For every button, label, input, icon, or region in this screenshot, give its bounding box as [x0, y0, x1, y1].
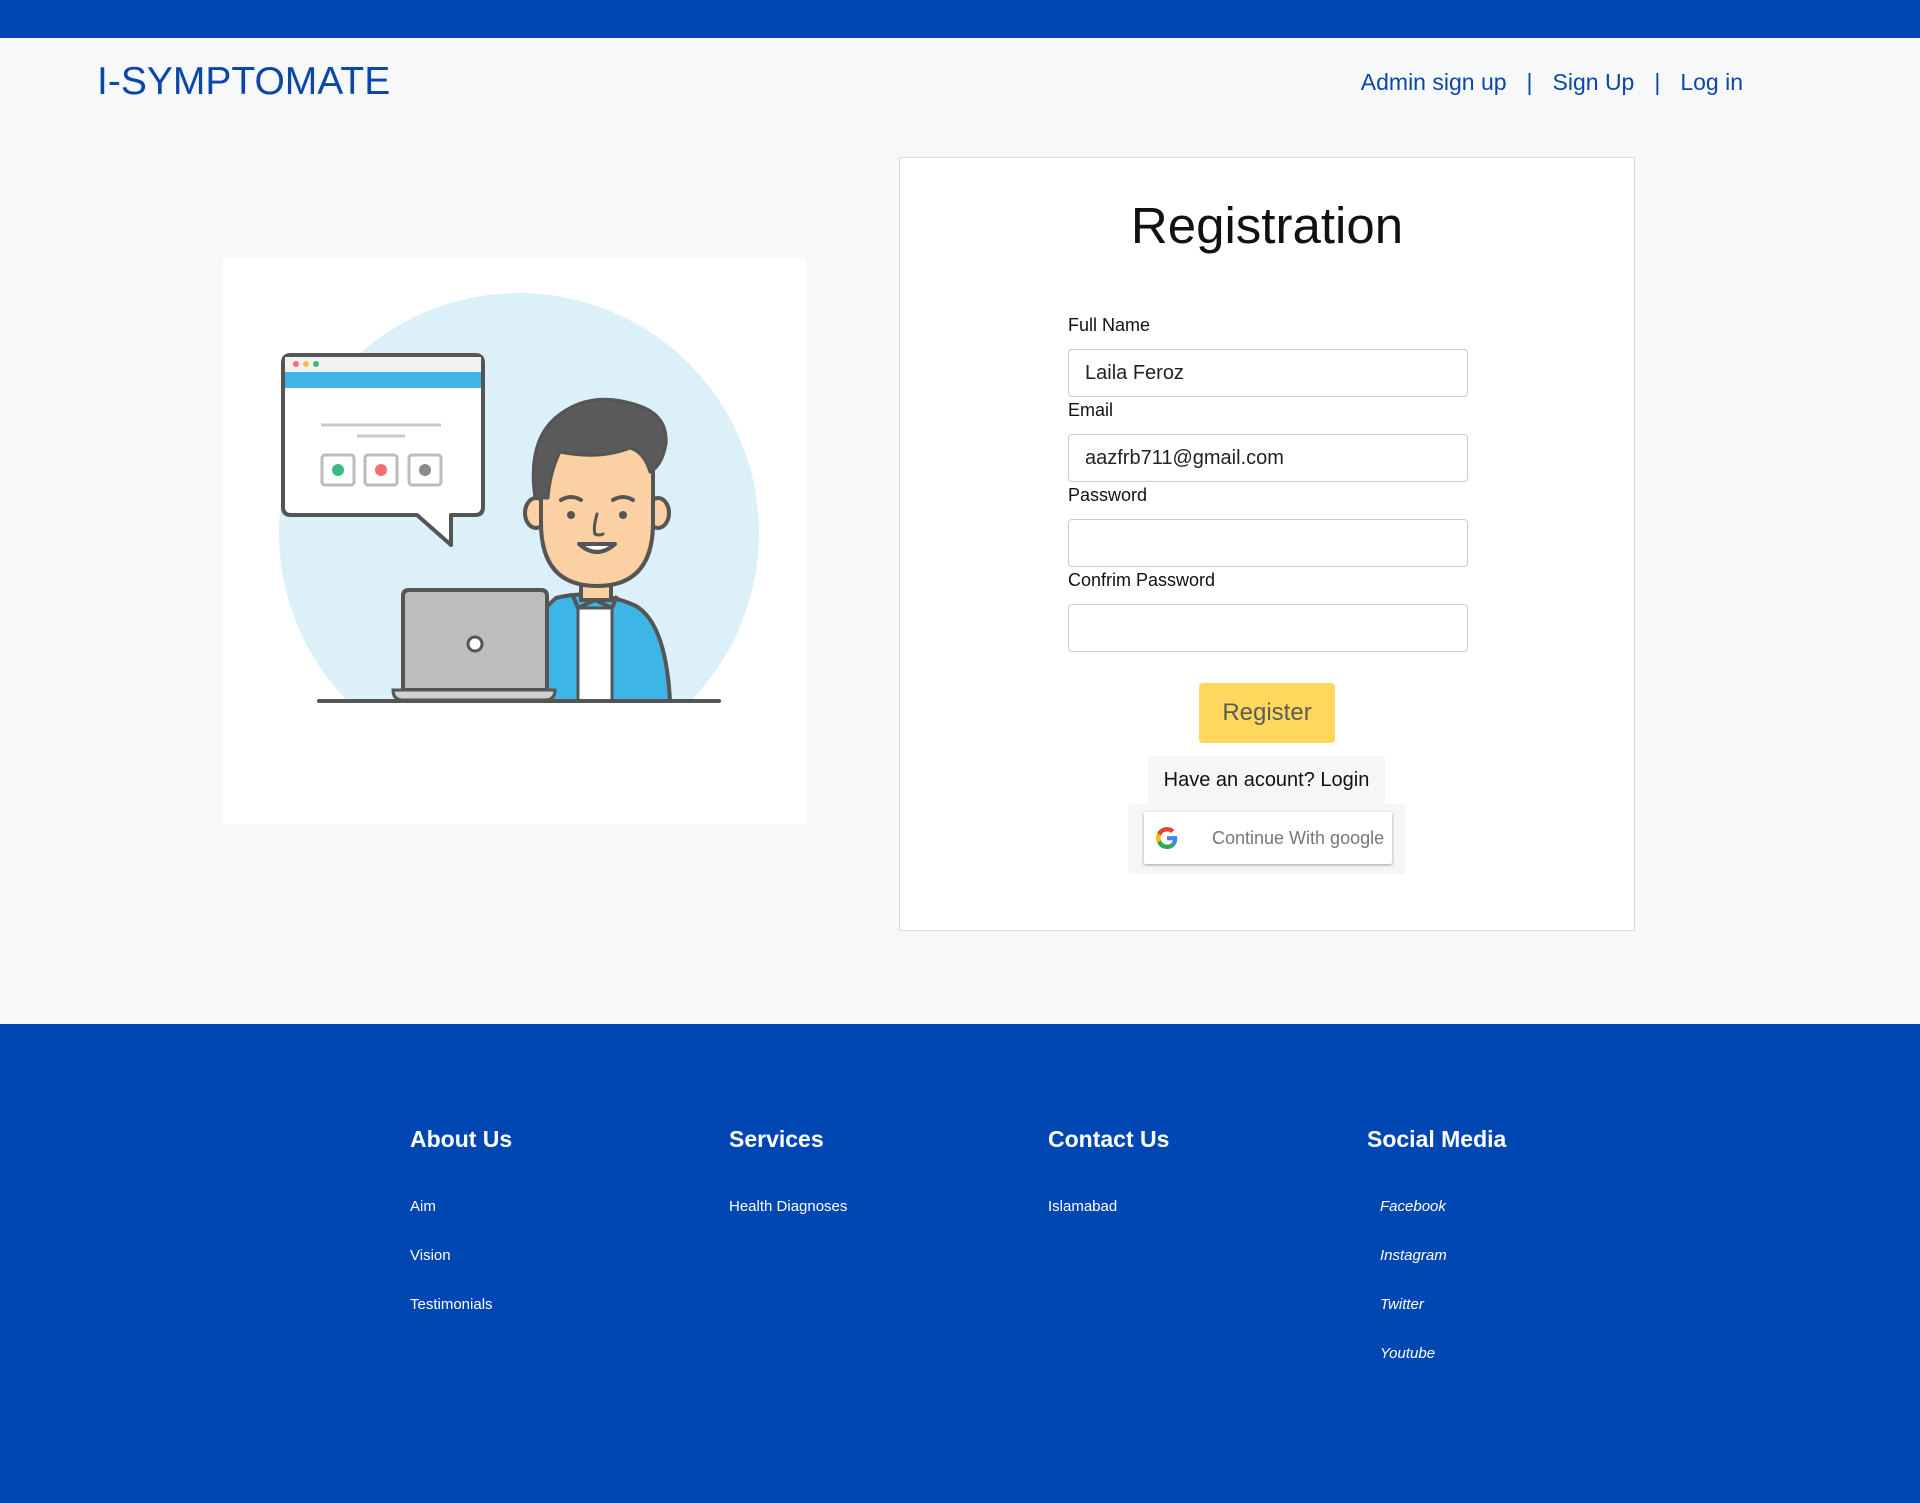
- footer-link-aim[interactable]: Aim: [410, 1199, 512, 1215]
- full-name-label: Full Name: [1068, 315, 1151, 335]
- footer-link-testimonials[interactable]: Testimonials: [410, 1297, 512, 1313]
- footer-link-facebook[interactable]: Facebook: [1380, 1199, 1506, 1215]
- password-input[interactable]: [1068, 519, 1468, 567]
- registration-card: Registration Full Name Email Password Co…: [899, 157, 1635, 931]
- footer-services-column: Services Health Diagnoses: [729, 1126, 847, 1248]
- login-prompt-link[interactable]: Have an acount? Login: [1148, 756, 1385, 804]
- registration-illustration: [223, 258, 806, 824]
- footer-link-youtube[interactable]: Youtube: [1380, 1346, 1506, 1362]
- full-name-input[interactable]: [1068, 349, 1468, 397]
- footer: About Us Aim Vision Testimonials Service…: [0, 1024, 1920, 1503]
- footer-link-twitter[interactable]: Twitter: [1380, 1297, 1506, 1313]
- admin-signup-link[interactable]: Admin sign up: [1361, 69, 1507, 96]
- brand-logo[interactable]: I-SYMPTOMATE: [97, 60, 390, 104]
- email-input[interactable]: [1068, 434, 1468, 482]
- footer-social-column: Social Media Facebook Instagram Twitter …: [1367, 1126, 1506, 1395]
- nav-separator: |: [1654, 69, 1661, 95]
- registration-title: Registration: [1130, 197, 1404, 254]
- footer-link-islamabad[interactable]: Islamabad: [1048, 1199, 1169, 1215]
- login-link[interactable]: Log in: [1680, 69, 1743, 96]
- confirm-password-input[interactable]: [1068, 604, 1468, 652]
- signup-link[interactable]: Sign Up: [1553, 69, 1635, 96]
- footer-contact-column: Contact Us Islamabad: [1048, 1126, 1169, 1248]
- password-label: Password: [1068, 485, 1148, 505]
- email-label: Email: [1068, 400, 1114, 420]
- header: I-SYMPTOMATE Admin sign up | Sign Up | L…: [0, 38, 1920, 128]
- google-signin-button[interactable]: Continue With google: [1144, 812, 1392, 864]
- google-signin-label: Continue With google: [1212, 827, 1385, 848]
- top-nav: Admin sign up | Sign Up | Log in: [1361, 69, 1743, 96]
- confirm-password-label: Confrim Password: [1068, 570, 1216, 590]
- footer-link-instagram[interactable]: Instagram: [1380, 1248, 1506, 1264]
- footer-services-heading: Services: [729, 1126, 824, 1152]
- google-signin-container: Continue With google: [1128, 804, 1406, 874]
- footer-about-heading: About Us: [410, 1126, 513, 1152]
- footer-social-heading: Social Media: [1367, 1126, 1507, 1152]
- footer-about-column: About Us Aim Vision Testimonials: [410, 1126, 512, 1346]
- top-bar: [0, 0, 1920, 38]
- nav-separator: |: [1526, 69, 1533, 95]
- footer-link-health-diagnoses[interactable]: Health Diagnoses: [729, 1199, 847, 1215]
- register-button[interactable]: Register: [1199, 683, 1335, 743]
- footer-link-vision[interactable]: Vision: [410, 1248, 512, 1264]
- person-with-laptop-illustration: [223, 293, 806, 824]
- google-icon: [1156, 827, 1178, 849]
- footer-contact-heading: Contact Us: [1048, 1126, 1170, 1152]
